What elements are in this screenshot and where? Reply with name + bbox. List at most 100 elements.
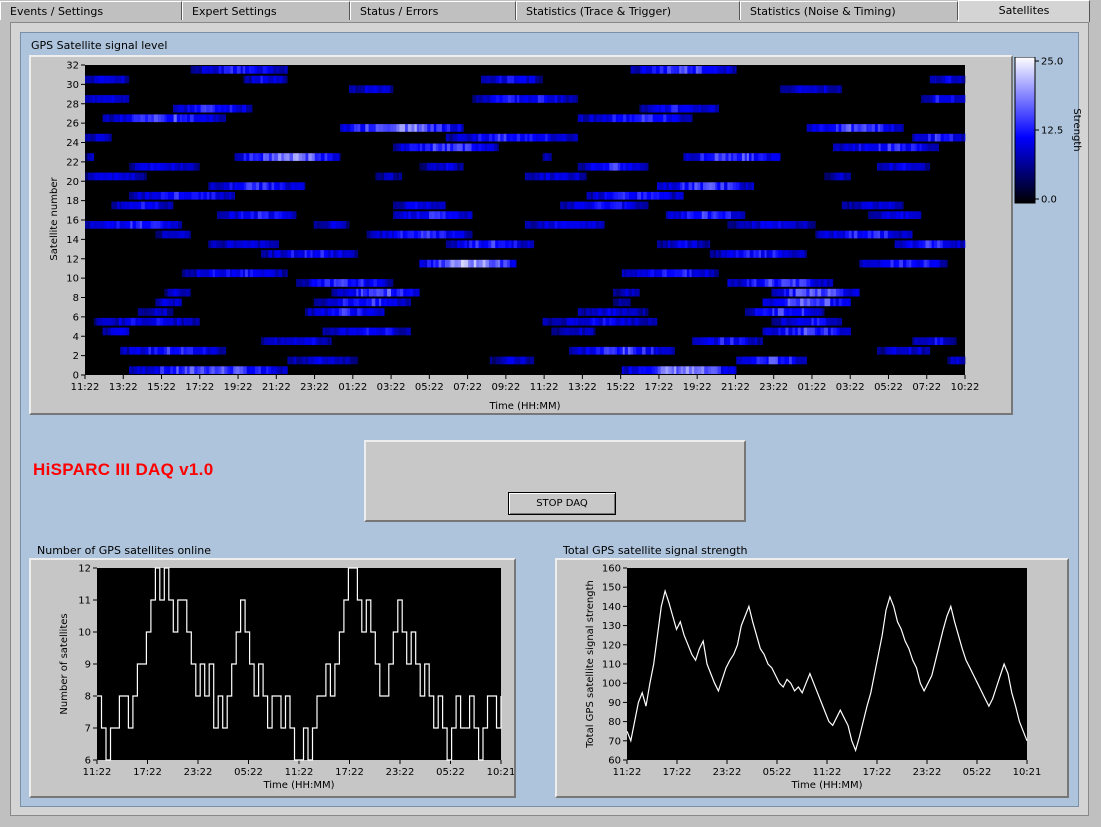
heatmap-cell (154, 346, 158, 355)
heatmap-cell (912, 240, 917, 249)
heatmap-cell (325, 337, 329, 345)
heatmap-cell (229, 366, 234, 374)
heatmap-cell (106, 75, 110, 84)
heatmap-cell (918, 133, 922, 142)
heatmap-cell (807, 221, 812, 229)
heatmap-cell (501, 75, 505, 84)
heatmap-cell (655, 104, 660, 113)
heatmap-cell (348, 124, 351, 132)
heatmap-cell (144, 308, 147, 316)
heatmap-cell (848, 124, 852, 132)
heatmap-cell (336, 356, 341, 365)
heatmap-cell (663, 191, 667, 200)
heatmap-cell (223, 191, 227, 200)
tab-events-settings[interactable]: Events / Settings (0, 1, 182, 20)
heatmap-cell (803, 85, 808, 94)
heatmap-cell (871, 211, 876, 219)
heatmap-cell (212, 104, 216, 113)
heatmap-cell (699, 240, 703, 249)
heatmap-cell (914, 143, 918, 152)
heatmap-cell (721, 153, 726, 161)
tab-expert-settings[interactable]: Expert Settings (182, 1, 350, 20)
heatmap-cell (166, 221, 169, 229)
heatmap-cell (905, 162, 909, 171)
heatmap-cell (682, 104, 687, 113)
heatmap-cell (670, 66, 674, 74)
heatmap-cell (525, 221, 529, 229)
heatmap-cell (795, 221, 800, 229)
tab-statistics-trace-trigger[interactable]: Statistics (Trace & Trigger) (516, 1, 740, 20)
heatmap-cell (907, 211, 912, 219)
heatmap-cell (110, 327, 115, 336)
heatmap-cell (745, 337, 749, 345)
heatmap-cell (111, 114, 115, 123)
heatmap-cell (777, 288, 781, 297)
heatmap-cell (445, 240, 449, 249)
heatmap-x-tick-label: 23:22 (759, 382, 788, 393)
heatmap-cell (209, 104, 213, 113)
heatmap-cell (726, 66, 730, 74)
heatmap-cell (555, 133, 560, 142)
heatmap-cell (298, 153, 303, 161)
heatmap-cell (250, 211, 255, 219)
heatmap-cell (680, 104, 683, 113)
heatmap-cell (822, 308, 825, 316)
tab-satellites[interactable]: Satellites (958, 0, 1090, 22)
heatmap-cell (645, 346, 650, 355)
y-axis-label: Total GPS satellite signal strength (585, 580, 596, 749)
tab-status-errors[interactable]: Status / Errors (350, 1, 516, 20)
heatmap-cell (599, 308, 603, 316)
heatmap-cell (407, 124, 412, 132)
heatmap-cell (539, 172, 543, 181)
heatmap-cell (382, 85, 387, 94)
heatmap-cell (311, 337, 316, 345)
heatmap-cell (475, 240, 479, 249)
heatmap-cell (396, 124, 400, 132)
stop-daq-button[interactable]: STOP DAQ (508, 492, 616, 515)
heatmap-cell (257, 75, 261, 84)
heatmap-cell (164, 114, 168, 123)
heatmap-cell (235, 104, 240, 113)
heatmap-cell (878, 143, 881, 152)
heatmap-cell (572, 221, 577, 229)
heatmap-cell (665, 240, 668, 249)
heatmap-cell (190, 346, 194, 355)
heatmap-cell (401, 298, 406, 307)
heatmap-cell (472, 240, 476, 249)
heatmap-cell (406, 211, 409, 219)
heatmap-cell (260, 75, 264, 84)
heatmap-cell (488, 259, 493, 268)
heatmap-x-tick-label: 10:22 (951, 382, 980, 393)
heatmap-cell (466, 230, 471, 239)
heatmap-cell (753, 250, 757, 258)
heatmap-cell (162, 298, 166, 307)
heatmap-cell (242, 66, 246, 74)
heatmap-cell (843, 172, 848, 181)
heatmap-cell (701, 66, 706, 74)
tab-statistics-noise-timing[interactable]: Statistics (Noise & Timing) (740, 1, 958, 20)
heatmap-cell (138, 201, 142, 210)
heatmap-cell (611, 317, 616, 326)
heatmap-cell (574, 133, 578, 142)
heatmap-cell (264, 211, 269, 219)
heatmap-cell (421, 124, 425, 132)
heatmap-cell (182, 288, 187, 297)
heatmap-cell (642, 66, 645, 74)
heatmap-cell (197, 366, 201, 374)
heatmap-cell (133, 346, 137, 355)
heatmap-cell (399, 211, 404, 219)
heatmap-cell (415, 201, 418, 210)
heatmap-cell (624, 366, 627, 374)
heatmap-cell (622, 346, 625, 355)
heatmap-cell (497, 133, 501, 142)
heatmap-cell (600, 346, 604, 355)
heatmap-cell (507, 356, 512, 365)
heatmap-cell (847, 143, 851, 152)
heatmap-cell (360, 308, 364, 316)
heatmap-cell (894, 143, 898, 152)
heatmap-cell (134, 172, 138, 181)
heatmap-cell (165, 230, 169, 239)
heatmap-cell (336, 153, 340, 161)
heatmap-x-tick-label: 01:22 (798, 382, 827, 393)
heatmap-cell (835, 298, 840, 307)
